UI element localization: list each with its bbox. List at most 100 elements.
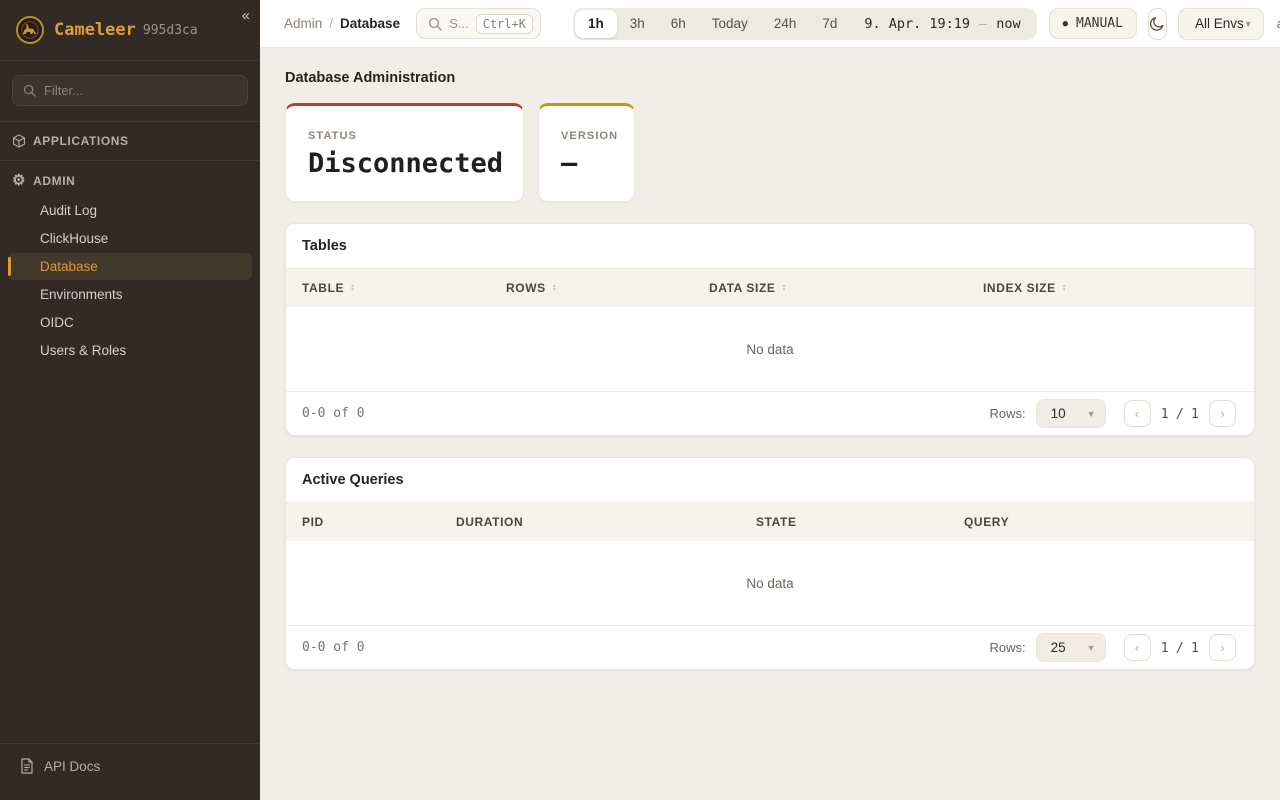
version-card-value: —	[561, 148, 612, 179]
gear-icon: ⚙	[12, 173, 26, 188]
sidebar-section-admin[interactable]: ⚙ ADMIN	[0, 161, 260, 194]
time-range-6h[interactable]: 6h	[658, 10, 699, 38]
search-icon	[23, 84, 36, 97]
sidebar-header: Cameleer 995d3ca «	[0, 0, 260, 61]
sort-icon: ▲▼	[552, 284, 558, 292]
sidebar-section-applications[interactable]: APPLICATIONS	[0, 122, 260, 161]
status-card: STATUS Disconnected	[285, 103, 524, 202]
stat-cards-row: STATUS Disconnected VERSION —	[285, 103, 1255, 202]
prev-page-button[interactable]: ‹	[1124, 634, 1151, 661]
column-header-index-size[interactable]: INDEX SIZE ▲▼	[983, 281, 1238, 295]
main-area: Admin / Database S... Ctrl+K 1h 3h 6h To…	[260, 0, 1280, 800]
filter-input-container[interactable]	[12, 75, 248, 106]
section-label: ADMIN	[33, 174, 75, 188]
page-indicator: 1 / 1	[1161, 406, 1199, 422]
chevron-down-icon: ▼	[1244, 19, 1253, 29]
column-header-state[interactable]: STATE	[756, 515, 964, 529]
section-label: APPLICATIONS	[33, 134, 129, 148]
search-icon	[428, 17, 442, 31]
total-pages: 1	[1191, 640, 1199, 656]
page-title: Database Administration	[285, 70, 1255, 86]
next-page-button[interactable]: ›	[1209, 400, 1236, 427]
topbar: Admin / Database S... Ctrl+K 1h 3h 6h To…	[260, 0, 1280, 48]
tables-empty-state: No data	[286, 307, 1254, 391]
app-logo-text: Cameleer	[54, 20, 136, 40]
tables-header-row: TABLE ▲▼ ROWS ▲▼ DATA SIZE ▲▼ INDEX SIZE…	[286, 268, 1254, 307]
breadcrumb-separator: /	[329, 16, 333, 31]
prev-page-button[interactable]: ‹	[1124, 400, 1151, 427]
moon-icon	[1149, 15, 1166, 32]
breadcrumb-admin[interactable]: Admin	[284, 16, 322, 31]
queries-empty-state: No data	[286, 541, 1254, 625]
rows-per-page-label: Rows:	[989, 640, 1025, 655]
column-label: ROWS	[506, 281, 546, 295]
app-version-hash: 995d3ca	[143, 23, 198, 38]
column-label: INDEX SIZE	[983, 281, 1056, 295]
sidebar: Cameleer 995d3ca « APPLICATIONS ⚙ ADMIN …	[0, 0, 260, 800]
rows-per-page-select[interactable]: 25 ▼	[1036, 633, 1106, 662]
column-header-table[interactable]: TABLE ▲▼	[302, 281, 506, 295]
column-header-rows[interactable]: ROWS ▲▼	[506, 281, 709, 295]
queries-header-row: PID DURATION STATE QUERY	[286, 502, 1254, 541]
time-range-7d[interactable]: 7d	[809, 10, 850, 38]
status-dot-icon: ●	[1063, 19, 1068, 29]
camel-logo-icon	[16, 16, 44, 44]
filter-input[interactable]	[44, 83, 237, 98]
column-header-query[interactable]: QUERY	[964, 515, 1238, 529]
column-label: QUERY	[964, 515, 1009, 529]
theme-toggle-button[interactable]	[1148, 8, 1167, 40]
sidebar-item-database[interactable]: Database	[8, 253, 252, 280]
column-label: TABLE	[302, 281, 344, 295]
document-icon	[20, 758, 34, 774]
date-range-separator: —	[979, 16, 987, 32]
global-search-button[interactable]: S... Ctrl+K	[416, 8, 541, 39]
date-range-start: 9. Apr. 19:19	[864, 16, 970, 32]
tables-pagination: 0-0 of 0 Rows: 10 ▼ ‹ 1 / 1 ›	[286, 391, 1254, 435]
column-header-pid[interactable]: PID	[302, 515, 456, 529]
api-docs-link[interactable]: API Docs	[0, 743, 260, 800]
column-label: STATE	[756, 515, 797, 529]
sidebar-collapse-icon[interactable]: «	[242, 8, 250, 23]
sidebar-item-audit-log[interactable]: Audit Log	[8, 197, 252, 224]
sidebar-item-users-roles[interactable]: Users & Roles	[8, 337, 252, 364]
current-page: 1	[1161, 640, 1169, 656]
sidebar-filter	[0, 61, 260, 122]
rows-per-page-select[interactable]: 10 ▼	[1036, 399, 1106, 428]
version-card: VERSION —	[538, 103, 635, 202]
refresh-mode-button[interactable]: ● MANUAL	[1049, 8, 1137, 39]
content: Database Administration STATUS Disconnec…	[260, 48, 1280, 800]
status-card-value: Disconnected	[308, 148, 501, 179]
row-range-text: 0-0 of 0	[302, 640, 365, 655]
api-docs-label: API Docs	[44, 759, 100, 774]
breadcrumb: Admin / Database	[284, 16, 400, 31]
tables-card-title: Tables	[286, 224, 1254, 268]
time-range-24h[interactable]: 24h	[761, 10, 810, 38]
next-page-button[interactable]: ›	[1209, 634, 1236, 661]
row-range-text: 0-0 of 0	[302, 406, 365, 421]
sidebar-item-clickhouse[interactable]: ClickHouse	[8, 225, 252, 252]
admin-nav-list: Audit Log ClickHouse Database Environmen…	[0, 194, 260, 373]
active-queries-card-title: Active Queries	[286, 458, 1254, 502]
search-placeholder-text: S...	[449, 16, 469, 31]
breadcrumb-database: Database	[340, 16, 400, 31]
date-range-display[interactable]: 9. Apr. 19:19 — now	[850, 16, 1034, 32]
environment-select[interactable]: All Envs ▼	[1178, 8, 1264, 40]
column-label: DURATION	[456, 515, 523, 529]
current-page: 1	[1161, 406, 1169, 422]
column-header-duration[interactable]: DURATION	[456, 515, 756, 529]
chevron-down-icon: ▼	[1087, 409, 1096, 419]
page-indicator: 1 / 1	[1161, 640, 1199, 656]
time-range-today[interactable]: Today	[699, 10, 761, 38]
page-separator: /	[1176, 640, 1184, 656]
chevron-down-icon: ▼	[1087, 643, 1096, 653]
time-range-1h[interactable]: 1h	[575, 10, 617, 38]
time-range-selector: 1h 3h 6h Today 24h 7d 9. Apr. 19:19 — no…	[573, 8, 1037, 40]
time-range-3h[interactable]: 3h	[617, 10, 658, 38]
pager-controls: Rows: 10 ▼ ‹ 1 / 1 ›	[989, 399, 1236, 428]
status-card-label: STATUS	[308, 130, 501, 142]
column-header-data-size[interactable]: DATA SIZE ▲▼	[709, 281, 983, 295]
sidebar-item-oidc[interactable]: OIDC	[8, 309, 252, 336]
rows-per-page-label: Rows:	[989, 406, 1025, 421]
sidebar-item-environments[interactable]: Environments	[8, 281, 252, 308]
date-range-end: now	[996, 16, 1020, 32]
